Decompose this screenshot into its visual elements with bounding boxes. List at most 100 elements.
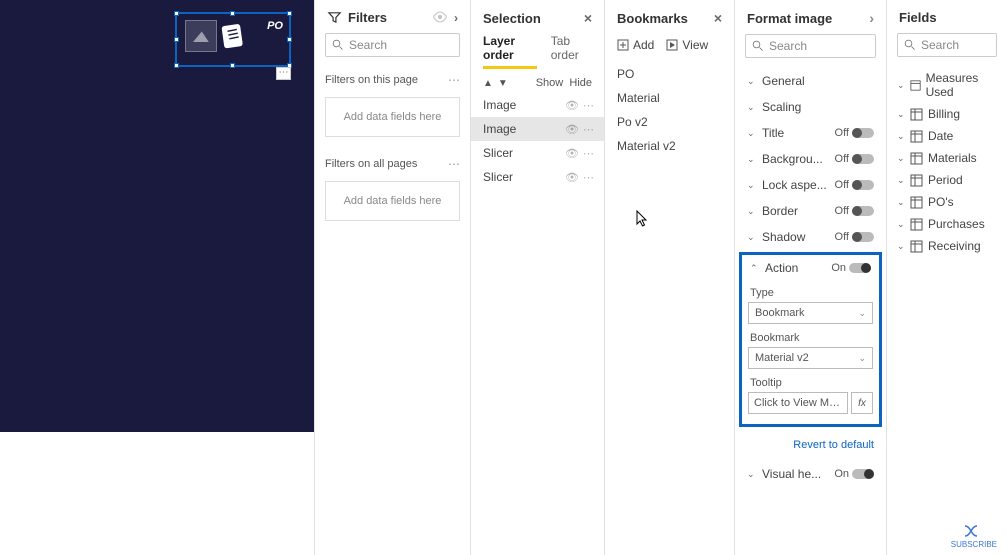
action-type-label: Type xyxy=(748,279,873,302)
visual-options-button[interactable]: ⋯ xyxy=(276,67,291,80)
table-purchases[interactable]: ⌄Purchases xyxy=(887,213,1007,235)
fields-title: Fields xyxy=(899,10,937,25)
chevron-right-icon[interactable]: › xyxy=(869,10,874,26)
view-icon xyxy=(666,39,678,51)
layer-image-2[interactable]: Image👁⋯ xyxy=(471,117,604,141)
selection-title: Selection xyxy=(483,11,541,26)
bookmarks-title: Bookmarks xyxy=(617,11,688,26)
more-icon[interactable]: ⋯ xyxy=(448,157,460,171)
show-button[interactable]: Show xyxy=(536,77,564,89)
table-pos[interactable]: ⌄PO's xyxy=(887,191,1007,213)
resize-handle[interactable] xyxy=(174,63,179,68)
resize-handle[interactable] xyxy=(287,37,292,42)
close-icon[interactable]: × xyxy=(584,10,592,26)
selection-pane: Selection × Layer order Tab order ▲ ▼ Sh… xyxy=(470,0,604,555)
format-background-row[interactable]: ⌄Backgrou...Off xyxy=(735,146,886,172)
table-date[interactable]: ⌄Date xyxy=(887,125,1007,147)
format-lock-aspect-row[interactable]: ⌄Lock aspe...Off xyxy=(735,172,886,198)
format-shadow-row[interactable]: ⌄ShadowOff xyxy=(735,224,886,250)
report-canvas[interactable]: PO ⋯ xyxy=(0,0,314,432)
table-icon xyxy=(910,108,923,121)
more-icon[interactable]: ⋯ xyxy=(583,171,594,184)
filters-on-all-header: Filters on all pages⋯ xyxy=(315,151,470,177)
table-receiving[interactable]: ⌄Receiving xyxy=(887,235,1007,257)
fields-pane: Fields Search ⌄Measures Used ⌄Billing ⌄D… xyxy=(886,0,1007,555)
action-bookmark-dropdown[interactable]: Material v2⌄ xyxy=(748,347,873,369)
filters-on-page-header: Filters on this page⋯ xyxy=(315,67,470,93)
filter-icon xyxy=(327,10,342,25)
bookmark-po[interactable]: PO xyxy=(605,62,734,86)
action-tooltip-label: Tooltip xyxy=(748,369,873,392)
filters-pane: Filters › Search Filters on this page⋯ A… xyxy=(314,0,470,555)
tab-tab-order[interactable]: Tab order xyxy=(551,34,592,69)
layer-slicer-2[interactable]: Slicer👁⋯ xyxy=(471,165,604,189)
move-down-icon[interactable]: ▼ xyxy=(498,78,508,89)
table-icon xyxy=(910,152,923,165)
format-title: Format image xyxy=(747,11,832,26)
bookmark-po-v2[interactable]: Po v2 xyxy=(605,110,734,134)
more-icon[interactable]: ⋯ xyxy=(583,99,594,112)
eye-icon[interactable]: 👁 xyxy=(565,147,579,160)
fx-button[interactable]: fx xyxy=(851,392,873,414)
dna-icon xyxy=(963,524,985,538)
resize-handle[interactable] xyxy=(287,11,292,16)
format-general-row[interactable]: ⌄General xyxy=(735,68,886,94)
table-icon xyxy=(910,79,921,92)
all-pages-filter-dropzone[interactable]: Add data fields here xyxy=(325,181,460,221)
table-icon xyxy=(910,196,923,209)
fields-search-input[interactable]: Search xyxy=(897,33,997,57)
resize-handle[interactable] xyxy=(174,37,179,42)
table-materials[interactable]: ⌄Materials xyxy=(887,147,1007,169)
bookmarks-pane: Bookmarks × Add View PO Material Po v2 M… xyxy=(604,0,734,555)
table-period[interactable]: ⌄Period xyxy=(887,169,1007,191)
more-icon[interactable]: ⋯ xyxy=(448,73,460,87)
table-billing[interactable]: ⌄Billing xyxy=(887,103,1007,125)
move-up-icon[interactable]: ▲ xyxy=(483,78,493,89)
view-bookmark-button[interactable]: View xyxy=(666,38,708,52)
hide-button[interactable]: Hide xyxy=(569,77,592,89)
action-bookmark-label: Bookmark xyxy=(748,324,873,347)
format-scaling-row[interactable]: ⌄Scaling xyxy=(735,94,886,120)
collapse-icon[interactable]: › xyxy=(454,11,458,25)
bookmark-material[interactable]: Material xyxy=(605,86,734,110)
format-pane: Format image › Search ⌄General ⌄Scaling … xyxy=(734,0,886,555)
table-icon xyxy=(910,218,923,231)
search-icon xyxy=(904,39,916,51)
visual-label: PO xyxy=(267,20,283,32)
resize-handle[interactable] xyxy=(230,63,235,68)
add-icon xyxy=(617,39,629,51)
filters-search-input[interactable]: Search xyxy=(325,33,460,57)
search-icon xyxy=(752,40,764,52)
add-bookmark-button[interactable]: Add xyxy=(617,38,654,52)
filters-title: Filters xyxy=(348,10,387,25)
table-icon xyxy=(910,240,923,253)
eye-icon[interactable] xyxy=(432,11,448,23)
placeholder-box xyxy=(185,20,217,52)
eye-icon[interactable]: 👁 xyxy=(565,99,579,112)
layer-slicer-1[interactable]: Slicer👁⋯ xyxy=(471,141,604,165)
format-search-input[interactable]: Search xyxy=(745,34,876,58)
eye-icon[interactable]: 👁 xyxy=(565,123,579,136)
more-icon[interactable]: ⋯ xyxy=(583,147,594,160)
revert-to-default-link[interactable]: Revert to default xyxy=(735,429,886,461)
resize-handle[interactable] xyxy=(230,11,235,16)
report-canvas-area[interactable]: PO ⋯ xyxy=(0,0,314,555)
bookmark-material-v2[interactable]: Material v2 xyxy=(605,134,734,158)
page-filter-dropzone[interactable]: Add data fields here xyxy=(325,97,460,137)
format-action-row[interactable]: ⌃ActionOn xyxy=(748,257,873,279)
close-icon[interactable]: × xyxy=(714,10,722,26)
layer-image-1[interactable]: Image👁⋯ xyxy=(471,93,604,117)
resize-handle[interactable] xyxy=(174,11,179,16)
document-icon xyxy=(221,20,245,52)
table-icon xyxy=(910,174,923,187)
format-border-row[interactable]: ⌄BorderOff xyxy=(735,198,886,224)
table-measures-used[interactable]: ⌄Measures Used xyxy=(887,67,1007,103)
action-tooltip-input[interactable]: Click to View Mate... xyxy=(748,392,848,414)
selected-image-visual[interactable]: PO ⋯ xyxy=(175,12,291,67)
format-visual-header-row[interactable]: ⌄Visual he...On xyxy=(735,461,886,487)
eye-icon[interactable]: 👁 xyxy=(565,171,579,184)
action-type-dropdown[interactable]: Bookmark⌄ xyxy=(748,302,873,324)
format-title-row[interactable]: ⌄TitleOff xyxy=(735,120,886,146)
tab-layer-order[interactable]: Layer order xyxy=(483,34,537,69)
more-icon[interactable]: ⋯ xyxy=(583,123,594,136)
